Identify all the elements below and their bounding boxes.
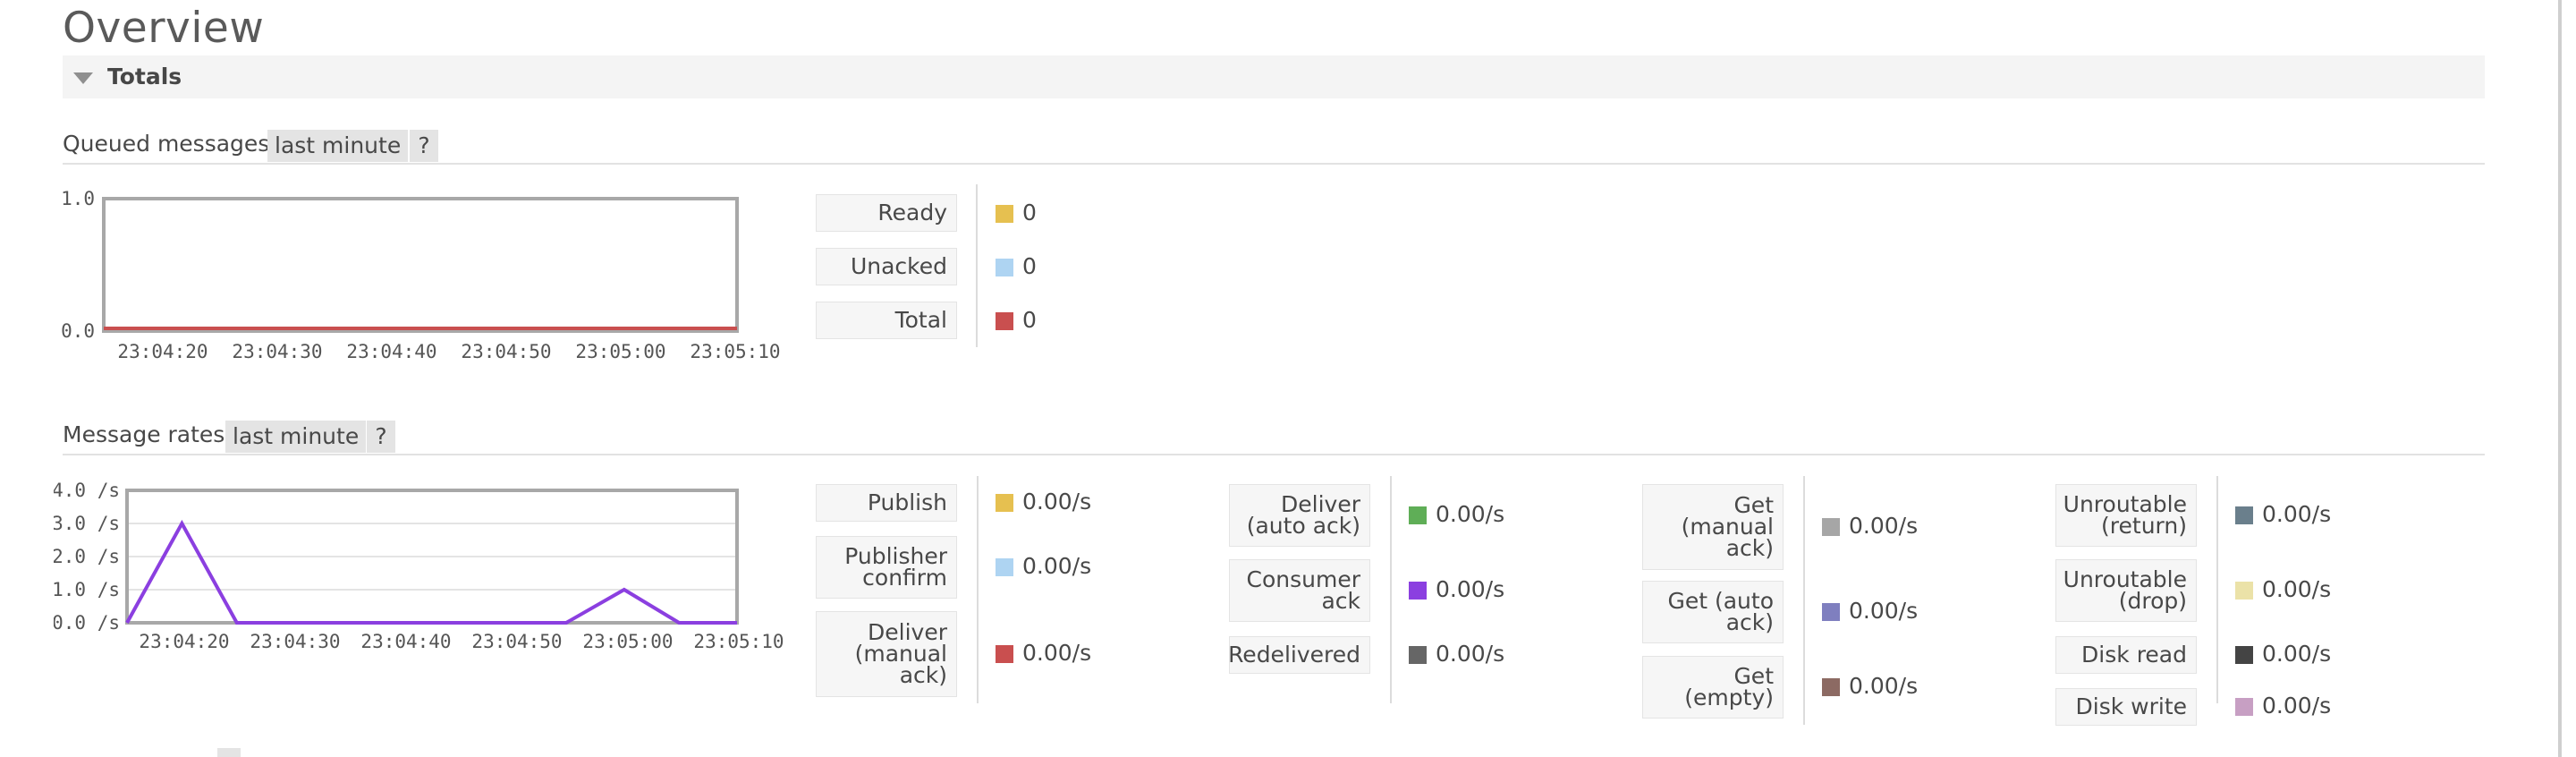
x-tick-label: 23:04:40 bbox=[346, 341, 436, 362]
legend-value-publish: 0.00/s bbox=[1022, 489, 1092, 515]
legend-label-unroutable-drop[interactable]: Unroutable (drop) bbox=[2055, 559, 2197, 622]
legend-separator bbox=[977, 476, 979, 703]
legend-swatch bbox=[1822, 518, 1840, 536]
legend-value-ready: 0 bbox=[1022, 200, 1037, 225]
totals-label: Totals bbox=[107, 64, 182, 89]
legend-separator bbox=[2216, 476, 2218, 703]
legend-label-total[interactable]: Total bbox=[816, 302, 957, 339]
legend-swatch bbox=[996, 558, 1013, 576]
legend-swatch bbox=[996, 645, 1013, 663]
legend-label-publisher-confirm[interactable]: Publisher confirm bbox=[816, 536, 957, 599]
legend-swatch bbox=[1409, 506, 1427, 524]
legend-label-get-empty[interactable]: Get (empty) bbox=[1642, 656, 1784, 719]
legend-swatch bbox=[996, 312, 1013, 330]
legend-label-disk-read[interactable]: Disk read bbox=[2055, 636, 2197, 674]
legend-value-get-manual-ack: 0.00/s bbox=[1849, 513, 1919, 539]
queued-messages-title: Queued messages bbox=[63, 131, 270, 157]
x-tick-label: 23:04:20 bbox=[117, 341, 208, 362]
x-tick-label: 23:04:20 bbox=[139, 631, 229, 652]
legend-swatch bbox=[996, 205, 1013, 223]
legend-swatch bbox=[2235, 646, 2253, 664]
legend-value-publisher-confirm: 0.00/s bbox=[1022, 553, 1092, 579]
x-tick-label: 23:05:00 bbox=[575, 341, 665, 362]
legend-label-get-auto-ack[interactable]: Get (auto ack) bbox=[1642, 581, 1784, 643]
x-tick-label: 23:04:50 bbox=[471, 631, 562, 652]
y-tick-label: 1.0 /s bbox=[54, 579, 120, 600]
totals-section-header[interactable]: Totals bbox=[63, 55, 2485, 98]
legend-swatch bbox=[1409, 582, 1427, 600]
collapse-caret-icon[interactable] bbox=[73, 72, 93, 84]
rates-help-button[interactable]: ? bbox=[367, 421, 395, 453]
x-tick-label: 23:04:30 bbox=[232, 341, 322, 362]
legend-swatch bbox=[2235, 582, 2253, 600]
legend-label-deliver-auto-ack[interactable]: Deliver (auto ack) bbox=[1229, 484, 1370, 547]
x-tick-label: 23:04:40 bbox=[360, 631, 451, 652]
rates-range-selector[interactable]: last minute bbox=[225, 421, 367, 453]
message-rates-title: Message rates bbox=[63, 421, 225, 447]
legend-value-deliver-auto-ack: 0.00/s bbox=[1436, 501, 1505, 527]
x-tick-label: 23:05:00 bbox=[582, 631, 673, 652]
legend-value-get-auto-ack: 0.00/s bbox=[1849, 598, 1919, 624]
legend-swatch bbox=[996, 259, 1013, 276]
legend-value-total: 0 bbox=[1022, 307, 1037, 333]
x-tick-label: 23:05:10 bbox=[693, 631, 784, 652]
legend-separator bbox=[1390, 476, 1392, 703]
y-tick-label: 2.0 /s bbox=[54, 546, 120, 567]
queued-help-button[interactable]: ? bbox=[410, 130, 438, 162]
legend-label-unroutable-return[interactable]: Unroutable (return) bbox=[2055, 484, 2197, 547]
queued-range-selector[interactable]: last minute bbox=[267, 130, 409, 162]
legend-label-publish[interactable]: Publish bbox=[816, 484, 957, 522]
legend-label-ready[interactable]: Ready bbox=[816, 194, 957, 232]
y-tick-label: 4.0 /s bbox=[54, 480, 120, 501]
legend-value-unroutable-return: 0.00/s bbox=[2262, 501, 2332, 527]
legend-separator bbox=[976, 184, 978, 347]
hidden-tab-stub[interactable] bbox=[217, 748, 241, 757]
y-tick-label: 3.0 /s bbox=[54, 513, 120, 534]
legend-label-unacked[interactable]: Unacked bbox=[816, 248, 957, 285]
legend-value-deliver-manual-ack: 0.00/s bbox=[1022, 640, 1092, 666]
legend-value-unacked: 0 bbox=[1022, 253, 1037, 279]
legend-value-disk-read: 0.00/s bbox=[2262, 641, 2332, 667]
legend-separator bbox=[1803, 476, 1805, 725]
legend-value-get-empty: 0.00/s bbox=[1849, 673, 1919, 699]
legend-label-get-manual-ack[interactable]: Get (manual ack) bbox=[1642, 484, 1784, 570]
legend-swatch bbox=[2235, 698, 2253, 716]
rates-divider bbox=[63, 454, 2485, 455]
queued-messages-chart: 1.0 0.0 23:04:20 23:04:30 23:04:40 23:04:50 23… bbox=[61, 188, 781, 362]
legend-swatch bbox=[996, 494, 1013, 512]
legend-value-unroutable-drop: 0.00/s bbox=[2262, 576, 2332, 602]
legend-swatch bbox=[2235, 506, 2253, 524]
x-tick-label: 23:04:30 bbox=[250, 631, 340, 652]
page-scrollbar[interactable] bbox=[2558, 0, 2562, 757]
y-tick-label: 0.0 /s bbox=[54, 612, 120, 634]
legend-value-disk-write: 0.00/s bbox=[2262, 693, 2332, 719]
y-tick-label: 1.0 bbox=[61, 188, 95, 209]
legend-swatch bbox=[1822, 678, 1840, 696]
plot-frame bbox=[102, 197, 739, 333]
legend-label-deliver-manual-ack[interactable]: Deliver (manual ack) bbox=[816, 611, 957, 697]
queued-divider bbox=[63, 163, 2485, 165]
y-tick-label: 0.0 bbox=[61, 320, 95, 342]
legend-swatch bbox=[1822, 603, 1840, 621]
x-tick-label: 23:04:50 bbox=[461, 341, 551, 362]
legend-swatch bbox=[1409, 646, 1427, 664]
series-line-consumer-ack bbox=[125, 519, 737, 625]
legend-value-consumer-ack: 0.00/s bbox=[1436, 576, 1505, 602]
legend-label-redelivered[interactable]: Redelivered bbox=[1228, 636, 1370, 674]
legend-value-redelivered: 0.00/s bbox=[1436, 641, 1505, 667]
message-rates-chart: 4.0 /s 3.0 /s 2.0 /s 1.0 /s 0.0 /s 23:04:20 23… bbox=[54, 480, 784, 652]
legend-label-consumer-ack[interactable]: Consumer ack bbox=[1229, 559, 1370, 622]
page-title: Overview bbox=[63, 4, 265, 53]
x-tick-label: 23:05:10 bbox=[690, 341, 780, 362]
legend-label-disk-write[interactable]: Disk write bbox=[2055, 688, 2197, 726]
